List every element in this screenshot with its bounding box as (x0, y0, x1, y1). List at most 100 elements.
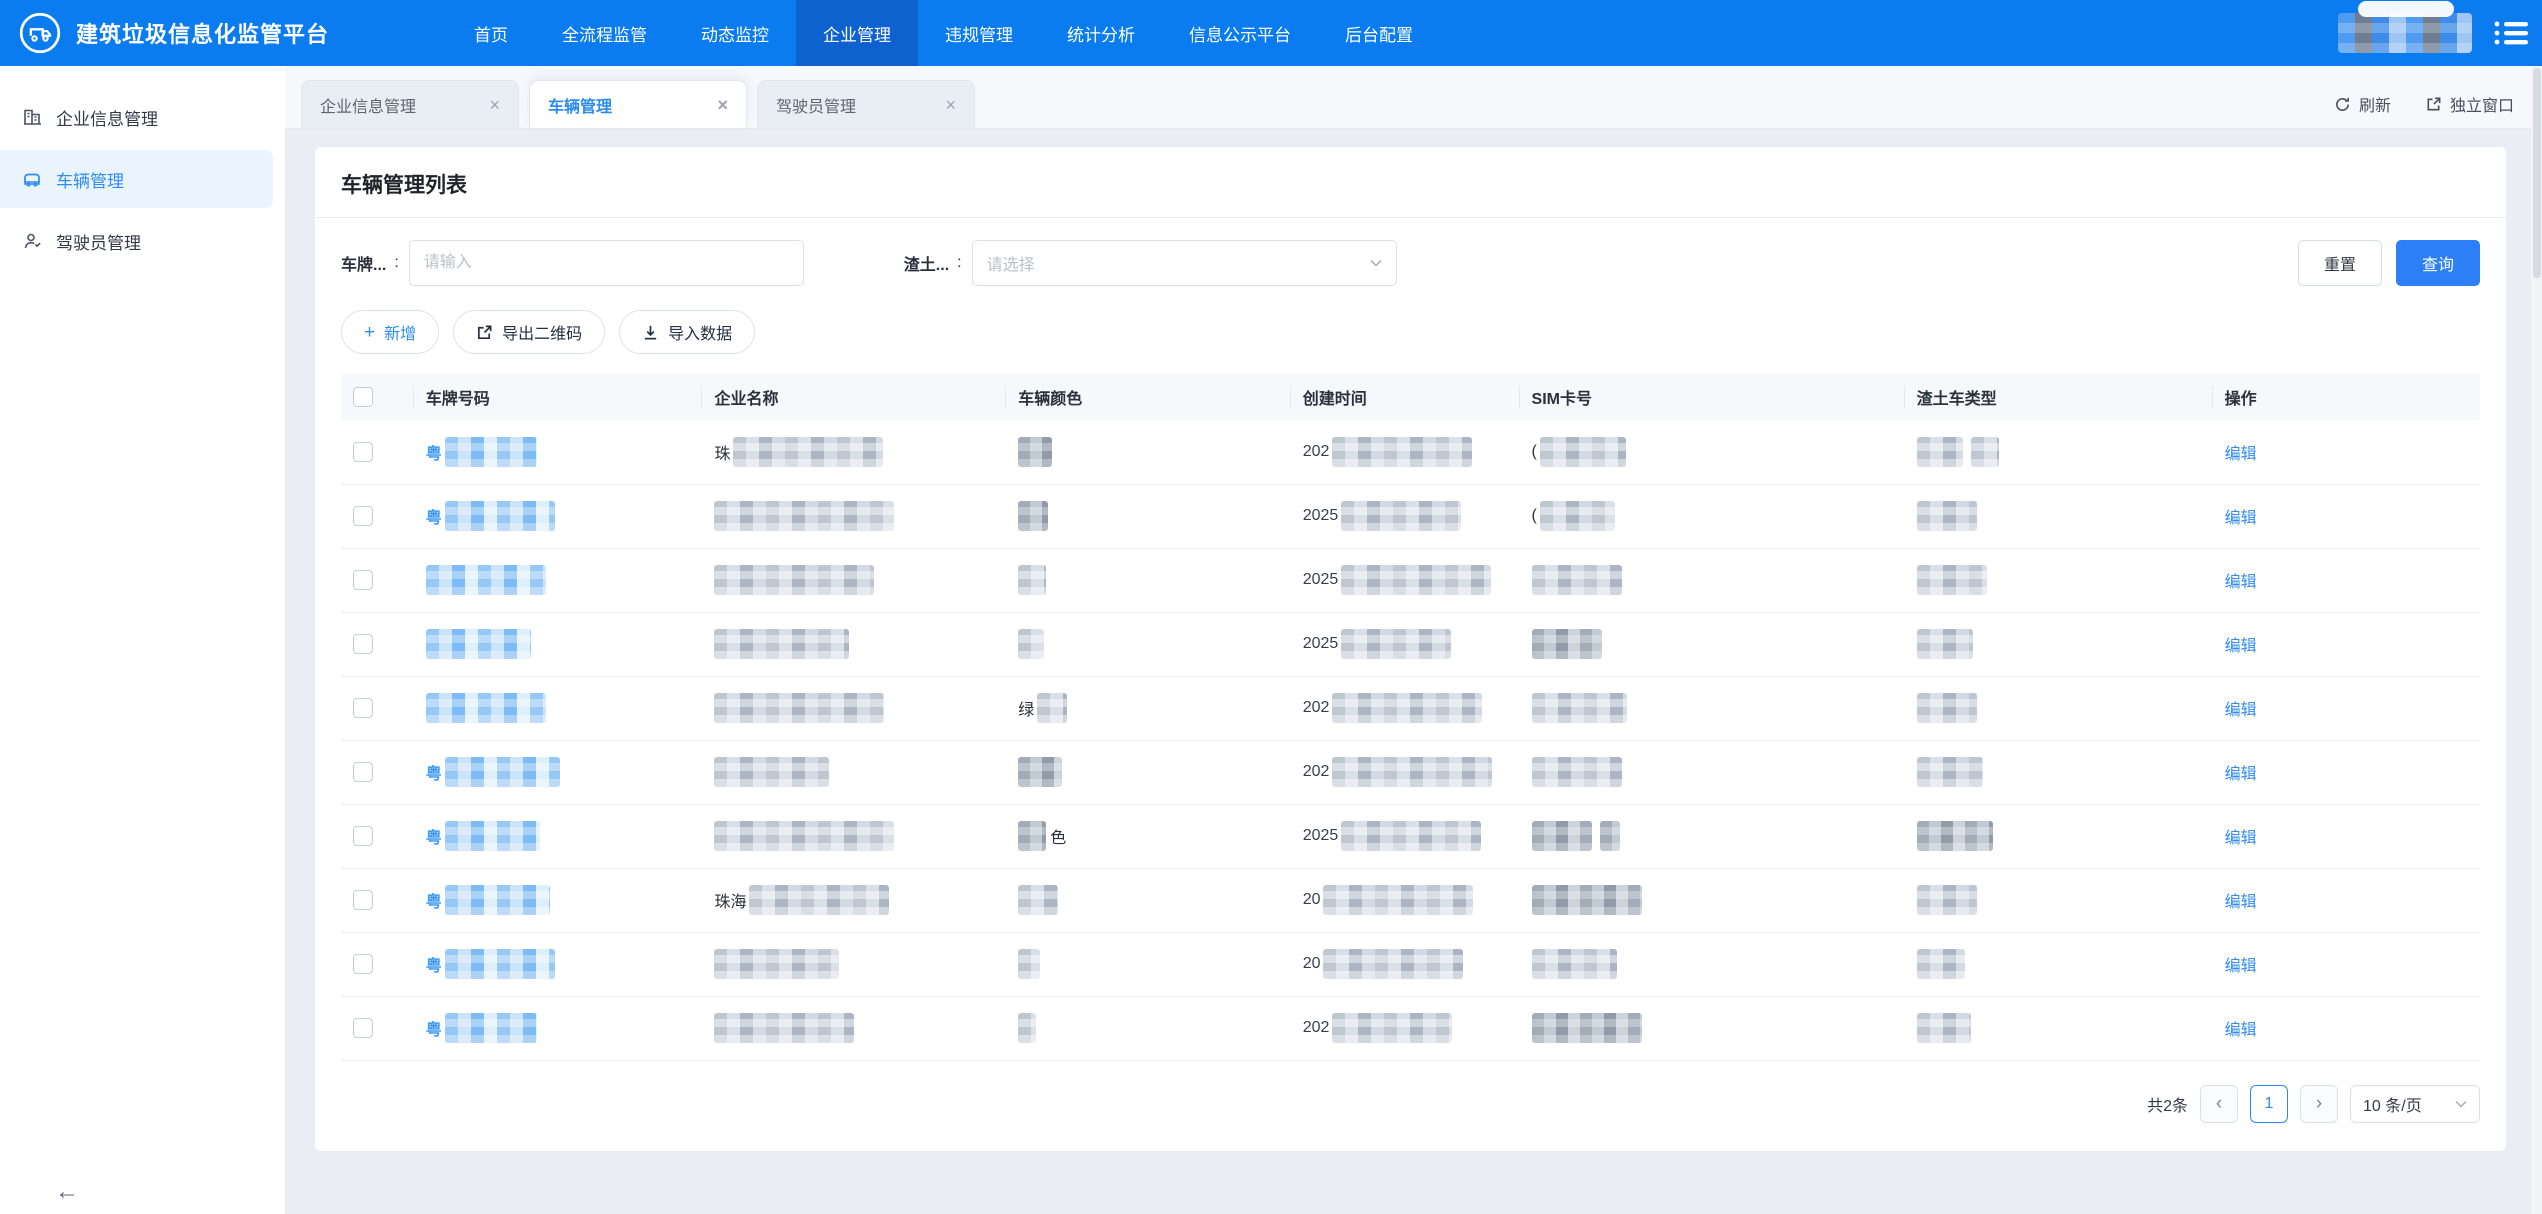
edit-link[interactable]: 编辑 (2225, 1022, 2257, 1039)
row-checkbox[interactable] (353, 1018, 373, 1038)
redacted-company (714, 501, 894, 531)
external-window-icon (2425, 96, 2442, 113)
edit-link[interactable]: 编辑 (2225, 574, 2257, 591)
type-filter-select[interactable]: 请选择 (972, 240, 1397, 286)
sidebar-item-enterprise-info[interactable]: 企业信息管理 (0, 88, 273, 146)
row-checkbox[interactable] (353, 570, 373, 590)
nav-item-dynamic-monitor[interactable]: 动态监控 (674, 0, 796, 66)
import-data-button[interactable]: 导入数据 (619, 310, 755, 354)
created-fragment: 202 (1303, 699, 1330, 716)
pagination: 共2条 ‹ 1 › 10 条/页 (315, 1061, 2506, 1151)
col-type: 渣土车类型 (1905, 374, 2213, 420)
tabs: 企业信息管理 × 车辆管理 × 驾驶员管理 × (301, 80, 975, 128)
sidebar-item-vehicles[interactable]: 车辆管理 (0, 150, 273, 208)
table-body: 粤 珠 202 ( 编辑 粤 2025 ( (341, 420, 2480, 1060)
row-checkbox[interactable] (353, 826, 373, 846)
redacted-plate (445, 885, 550, 915)
redacted-sim (1532, 1013, 1642, 1043)
edit-link[interactable]: 编辑 (2225, 510, 2257, 527)
tab-enterprise-info[interactable]: 企业信息管理 × (301, 80, 519, 128)
truck-icon (22, 169, 42, 189)
nav-item-public-platform[interactable]: 信息公示平台 (1162, 0, 1318, 66)
building-icon (22, 107, 42, 127)
redacted-type (1917, 949, 1965, 979)
redacted-sim (1532, 821, 1592, 851)
sidebar-item-drivers[interactable]: 驾驶员管理 (0, 212, 273, 270)
created-fragment: 2025 (1303, 635, 1339, 652)
close-icon[interactable]: × (717, 96, 728, 114)
plate-fragment: 粤 (426, 510, 442, 527)
edit-link[interactable]: 编辑 (2225, 446, 2257, 463)
redacted-sim (1532, 757, 1622, 787)
nav-item-statistics[interactable]: 统计分析 (1040, 0, 1162, 66)
nav-item-home[interactable]: 首页 (447, 0, 535, 66)
sim-fragment: ( (1532, 443, 1537, 460)
export-qrcode-button[interactable]: 导出二维码 (453, 310, 605, 354)
scrollbar-thumb[interactable] (2533, 68, 2541, 278)
redacted-type (1971, 437, 1999, 467)
filter-row: 车牌... : 渣土... : 请选择 重置 查询 (315, 218, 2506, 292)
tab-bar: 企业信息管理 × 车辆管理 × 驾驶员管理 × (285, 66, 2542, 129)
col-company: 企业名称 (702, 374, 1006, 420)
close-icon[interactable]: × (489, 96, 500, 114)
redacted-company (714, 821, 894, 851)
row-checkbox[interactable] (353, 954, 373, 974)
standalone-window-button[interactable]: 独立窗口 (2425, 92, 2514, 116)
nav-item-full-process[interactable]: 全流程监管 (535, 0, 674, 66)
user-avatar[interactable] (2338, 13, 2472, 53)
row-checkbox[interactable] (353, 442, 373, 462)
edit-link[interactable]: 编辑 (2225, 766, 2257, 783)
select-placeholder: 请选择 (987, 251, 1035, 275)
redacted-sim (1532, 885, 1642, 915)
redacted-type (1917, 565, 1987, 595)
reset-button[interactable]: 重置 (2298, 240, 2382, 286)
edit-link[interactable]: 编辑 (2225, 702, 2257, 719)
nav-item-backend-config[interactable]: 后台配置 (1318, 0, 1440, 66)
table-row: 粤 20 编辑 (341, 932, 2480, 996)
plate-fragment: 粤 (426, 766, 442, 783)
redacted-created (1332, 1013, 1452, 1043)
edit-link[interactable]: 编辑 (2225, 958, 2257, 975)
nav-item-enterprise[interactable]: 企业管理 (796, 0, 918, 66)
row-checkbox[interactable] (353, 506, 373, 526)
col-created: 创建时间 (1291, 374, 1520, 420)
edit-link[interactable]: 编辑 (2225, 830, 2257, 847)
row-checkbox[interactable] (353, 698, 373, 718)
sidebar-item-label: 企业信息管理 (56, 105, 158, 130)
tab-actions: 刷新 独立窗口 (2334, 92, 2514, 128)
search-button[interactable]: 查询 (2396, 240, 2480, 286)
redacted-color (1018, 501, 1048, 531)
refresh-button[interactable]: 刷新 (2334, 92, 2391, 116)
row-checkbox[interactable] (353, 634, 373, 654)
sidebar-collapse-arrow[interactable]: ← (55, 1180, 79, 1204)
edit-link[interactable]: 编辑 (2225, 894, 2257, 911)
tab-drivers[interactable]: 驾驶员管理 × (757, 80, 975, 128)
add-button[interactable]: + 新增 (341, 310, 439, 354)
redacted-created (1323, 885, 1473, 915)
nav-item-violation[interactable]: 违规管理 (918, 0, 1040, 66)
redacted-plate (445, 437, 537, 467)
plate-fragment: 粤 (426, 958, 442, 975)
main-content: 企业信息管理 × 车辆管理 × 驾驶员管理 × (285, 66, 2542, 1214)
plate-filter-input[interactable] (409, 240, 804, 286)
row-checkbox[interactable] (353, 762, 373, 782)
close-icon[interactable]: × (945, 96, 956, 114)
created-fragment: 202 (1303, 443, 1330, 460)
type-filter-label: 渣土... (904, 251, 949, 275)
redacted-type (1917, 821, 1993, 851)
page-number[interactable]: 1 (2250, 1085, 2288, 1123)
next-page-button[interactable]: › (2300, 1085, 2338, 1123)
hamburger-menu-icon[interactable] (2494, 20, 2528, 46)
page-size-select[interactable]: 10 条/页 (2350, 1085, 2480, 1123)
redacted-sim (1540, 437, 1626, 467)
tab-vehicles[interactable]: 车辆管理 × (529, 80, 747, 128)
select-all-checkbox[interactable] (353, 387, 373, 407)
scrollbar-track[interactable] (2531, 66, 2542, 1214)
prev-page-button[interactable]: ‹ (2200, 1085, 2238, 1123)
redacted-type (1917, 757, 1983, 787)
redacted-created (1341, 821, 1481, 851)
created-fragment: 202 (1303, 1019, 1330, 1036)
edit-link[interactable]: 编辑 (2225, 638, 2257, 655)
add-button-label: 新增 (384, 320, 416, 344)
row-checkbox[interactable] (353, 890, 373, 910)
